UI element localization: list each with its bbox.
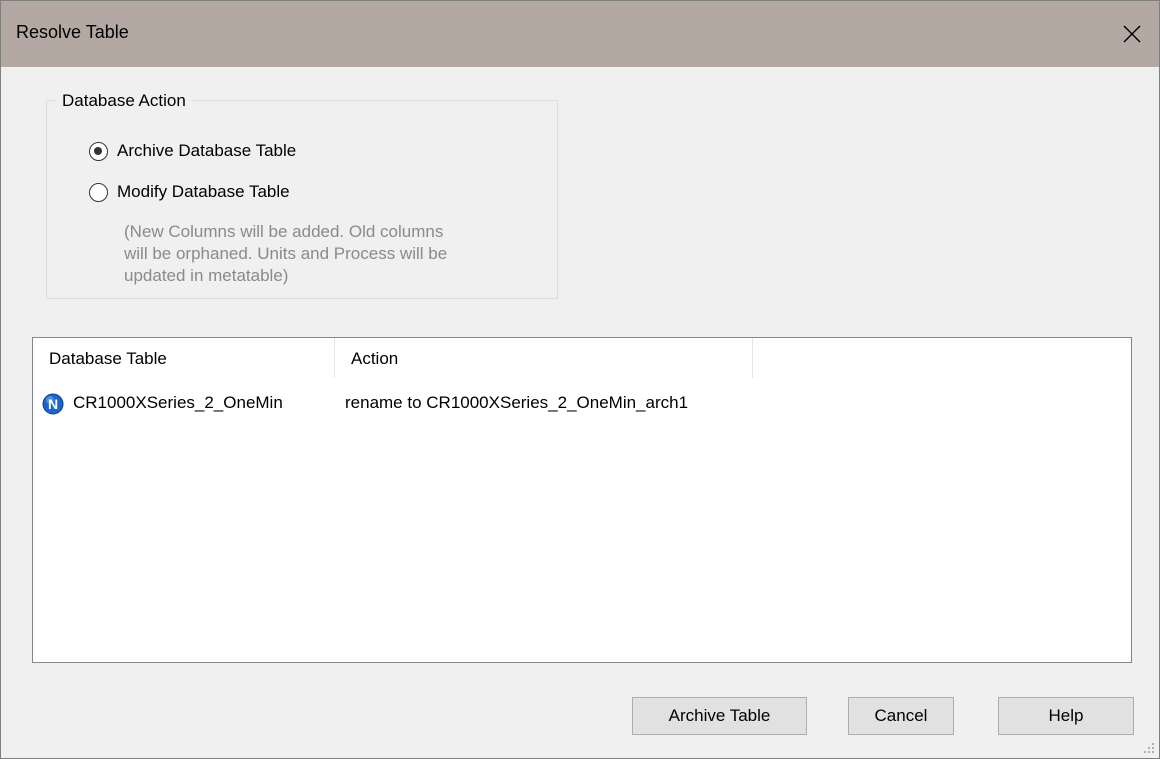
title-bar[interactable]: Resolve Table xyxy=(1,1,1159,67)
column-header-database-table[interactable]: Database Table xyxy=(33,338,334,378)
archive-table-button[interactable]: Archive Table xyxy=(632,697,807,735)
modify-database-table-label: Modify Database Table xyxy=(117,182,290,201)
modify-database-table-radio[interactable]: Modify Database Table xyxy=(89,181,290,203)
close-button[interactable] xyxy=(1105,1,1159,67)
cell-database-table: CR1000XSeries_2_OneMin xyxy=(73,393,283,412)
modify-note-line: (New Columns will be added. Old columns xyxy=(124,222,444,241)
column-header-action[interactable]: Action xyxy=(335,338,752,378)
close-icon xyxy=(1123,25,1141,43)
cell-action: rename to CR1000XSeries_2_OneMin_arch1 xyxy=(345,393,689,412)
window-title: Resolve Table xyxy=(16,22,129,42)
radio-checked-icon xyxy=(89,141,108,161)
archive-database-table-label: Archive Database Table xyxy=(117,141,297,160)
svg-text:N: N xyxy=(48,396,58,412)
database-action-legend: Database Action xyxy=(57,91,191,111)
table-row[interactable]: N CR1000XSeries_2_OneMin rename to CR100… xyxy=(33,391,1131,417)
modify-note: (New Columns will be added. Old columns … xyxy=(124,221,544,287)
help-button[interactable]: Help xyxy=(998,697,1134,735)
network-node-icon: N xyxy=(42,393,64,415)
modify-note-line: will be orphaned. Units and Process will… xyxy=(124,244,448,263)
archive-database-table-radio[interactable]: Archive Database Table xyxy=(89,140,296,162)
table-list-view[interactable]: Database Table Action N CR1000XSeries_2_… xyxy=(32,337,1132,663)
modify-note-line: updated in metatable) xyxy=(124,266,289,285)
radio-unchecked-icon xyxy=(89,182,108,202)
resize-grip-icon[interactable] xyxy=(1141,740,1155,754)
resolve-table-dialog: Resolve Table Database Action Archive Da… xyxy=(0,0,1160,759)
column-divider[interactable] xyxy=(752,338,753,378)
cancel-button[interactable]: Cancel xyxy=(848,697,954,735)
